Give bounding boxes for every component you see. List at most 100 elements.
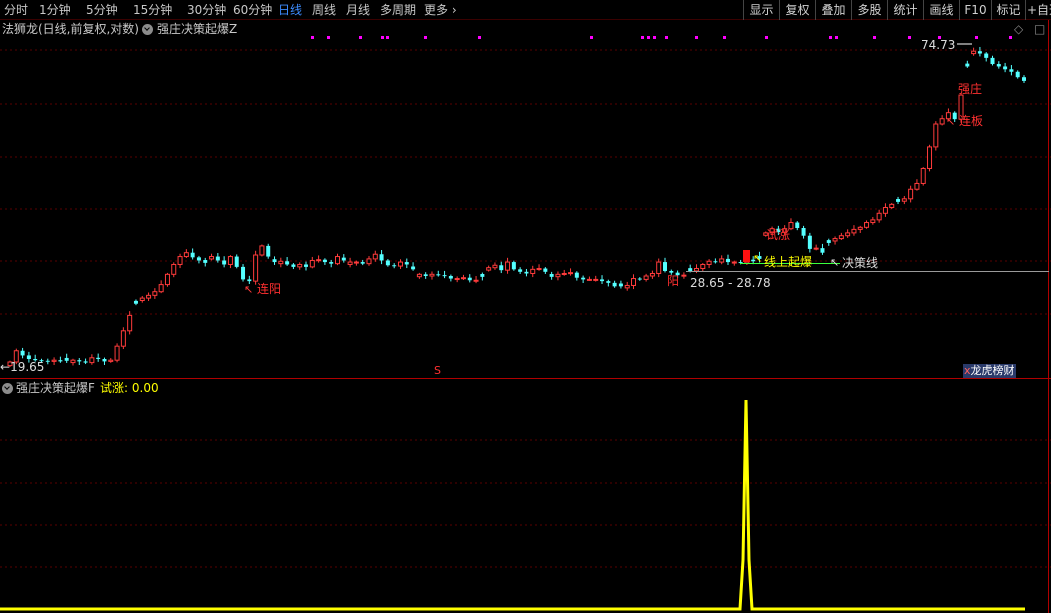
candle-body: [285, 261, 290, 265]
candle-body: [977, 51, 982, 54]
candle-body: [643, 275, 649, 280]
annotation-lianyang: 连阳: [257, 282, 282, 296]
candle-body: [1015, 71, 1020, 78]
main-indicator-name[interactable]: 强庄决策起爆Z: [157, 21, 237, 37]
candle-body: [379, 254, 384, 261]
candle-body: [222, 260, 227, 265]
low-price-label: ←19.65: [0, 360, 44, 374]
s-marker[interactable]: S: [434, 364, 441, 378]
candlesticks: [7, 46, 1026, 368]
signal-line: [0, 399, 1025, 611]
candle-body: [96, 357, 101, 359]
grid-lines: [0, 20, 1051, 613]
signal-dot: [653, 36, 656, 39]
candle-body: [984, 53, 989, 58]
candle-body: [411, 266, 416, 270]
candle-body: [971, 50, 977, 55]
high-price-label: 74.73: [921, 38, 956, 52]
candle-body: [738, 262, 743, 264]
candle-body: [297, 263, 303, 268]
candle-body: [612, 282, 617, 287]
candle-body: [183, 252, 189, 258]
candle-body: [939, 118, 945, 125]
candle-body: [889, 203, 895, 209]
candle-body: [826, 240, 831, 243]
dragon-tiger-badge[interactable]: x龙虎榜财: [963, 364, 1016, 378]
candle-body: [524, 271, 529, 274]
chart-annotations: ↖ ↖ ↖ ↖: [244, 43, 1049, 296]
candle-body: [845, 232, 851, 237]
candle-body: [631, 278, 637, 286]
signal-dot: [835, 36, 838, 39]
candle-body: [241, 266, 246, 280]
candle-body: [530, 268, 536, 274]
candle-body: [606, 281, 611, 283]
candle-body: [593, 278, 599, 281]
annotation-xianshang-qibao: 线上起爆: [764, 255, 813, 269]
candle-body: [460, 277, 466, 280]
left-arrow-icon: ←: [0, 360, 11, 374]
arrow-icon-red: ↖: [244, 283, 253, 296]
candle-body: [335, 256, 341, 265]
candle-body: [933, 123, 939, 148]
candle-body: [429, 273, 435, 277]
candle-body: [316, 259, 322, 262]
candle-body: [341, 257, 346, 261]
candle-body: [360, 262, 365, 264]
candle-body: [838, 235, 844, 240]
candle-body: [171, 263, 177, 275]
signal-dot: [765, 36, 768, 39]
signal-dot: [1009, 36, 1012, 39]
candle-body: [688, 268, 693, 271]
candle-body: [920, 167, 926, 184]
candle-body: [505, 261, 511, 271]
range-label: 28.65 - 28.78: [690, 276, 771, 290]
candle-body: [965, 63, 970, 67]
candle-body: [731, 261, 737, 264]
candle-body: [492, 264, 498, 269]
candle-body: [568, 272, 574, 275]
annotation-yang: 阳: [667, 274, 680, 288]
signal-dots: [311, 36, 1012, 39]
candle-body: [1022, 77, 1026, 81]
candle-body: [152, 291, 158, 296]
sub-indicator-name[interactable]: 强庄决策起爆F: [16, 380, 95, 396]
candle-body: [448, 276, 453, 279]
signal-dot: [381, 36, 384, 39]
candle-body: [990, 57, 995, 65]
candle-body: [164, 273, 170, 286]
candle-body: [832, 238, 838, 242]
candle-body: [347, 261, 353, 265]
candle-body: [114, 345, 120, 361]
candle-body: [83, 361, 88, 363]
candle-body: [102, 358, 107, 362]
indicator-settings-icon[interactable]: [142, 24, 153, 35]
candle-body: [190, 252, 195, 258]
candle-body: [70, 359, 76, 364]
signal-dot: [424, 36, 427, 39]
kline-chart[interactable]: ↖ ↖ ↖ ↖: [0, 0, 1051, 613]
arrow-icon-yellow: ↖: [753, 252, 762, 265]
candle-body: [586, 278, 592, 281]
candle-body: [77, 360, 82, 362]
annotation-qiangzhuang: 强庄: [958, 82, 983, 96]
candle-body: [467, 277, 472, 281]
signal-dot: [590, 36, 593, 39]
candle-body: [58, 360, 63, 362]
candle-body: [555, 273, 561, 278]
candle-body: [133, 300, 138, 304]
candle-body: [908, 188, 914, 200]
sub-indicator-settings-icon[interactable]: [2, 383, 13, 394]
diamond-icon[interactable]: ◇: [1014, 21, 1023, 37]
candle-body: [511, 262, 516, 270]
maximize-icon[interactable]: □: [1034, 21, 1045, 37]
candle-body: [366, 258, 372, 265]
candle-body: [51, 359, 57, 362]
candle-body: [158, 284, 164, 293]
candle-body: [851, 228, 857, 234]
candle-body: [227, 256, 233, 265]
low-price-value: 19.65: [10, 360, 45, 374]
candle-body: [404, 262, 409, 265]
candle-body: [649, 272, 655, 277]
candle-body: [177, 256, 183, 265]
